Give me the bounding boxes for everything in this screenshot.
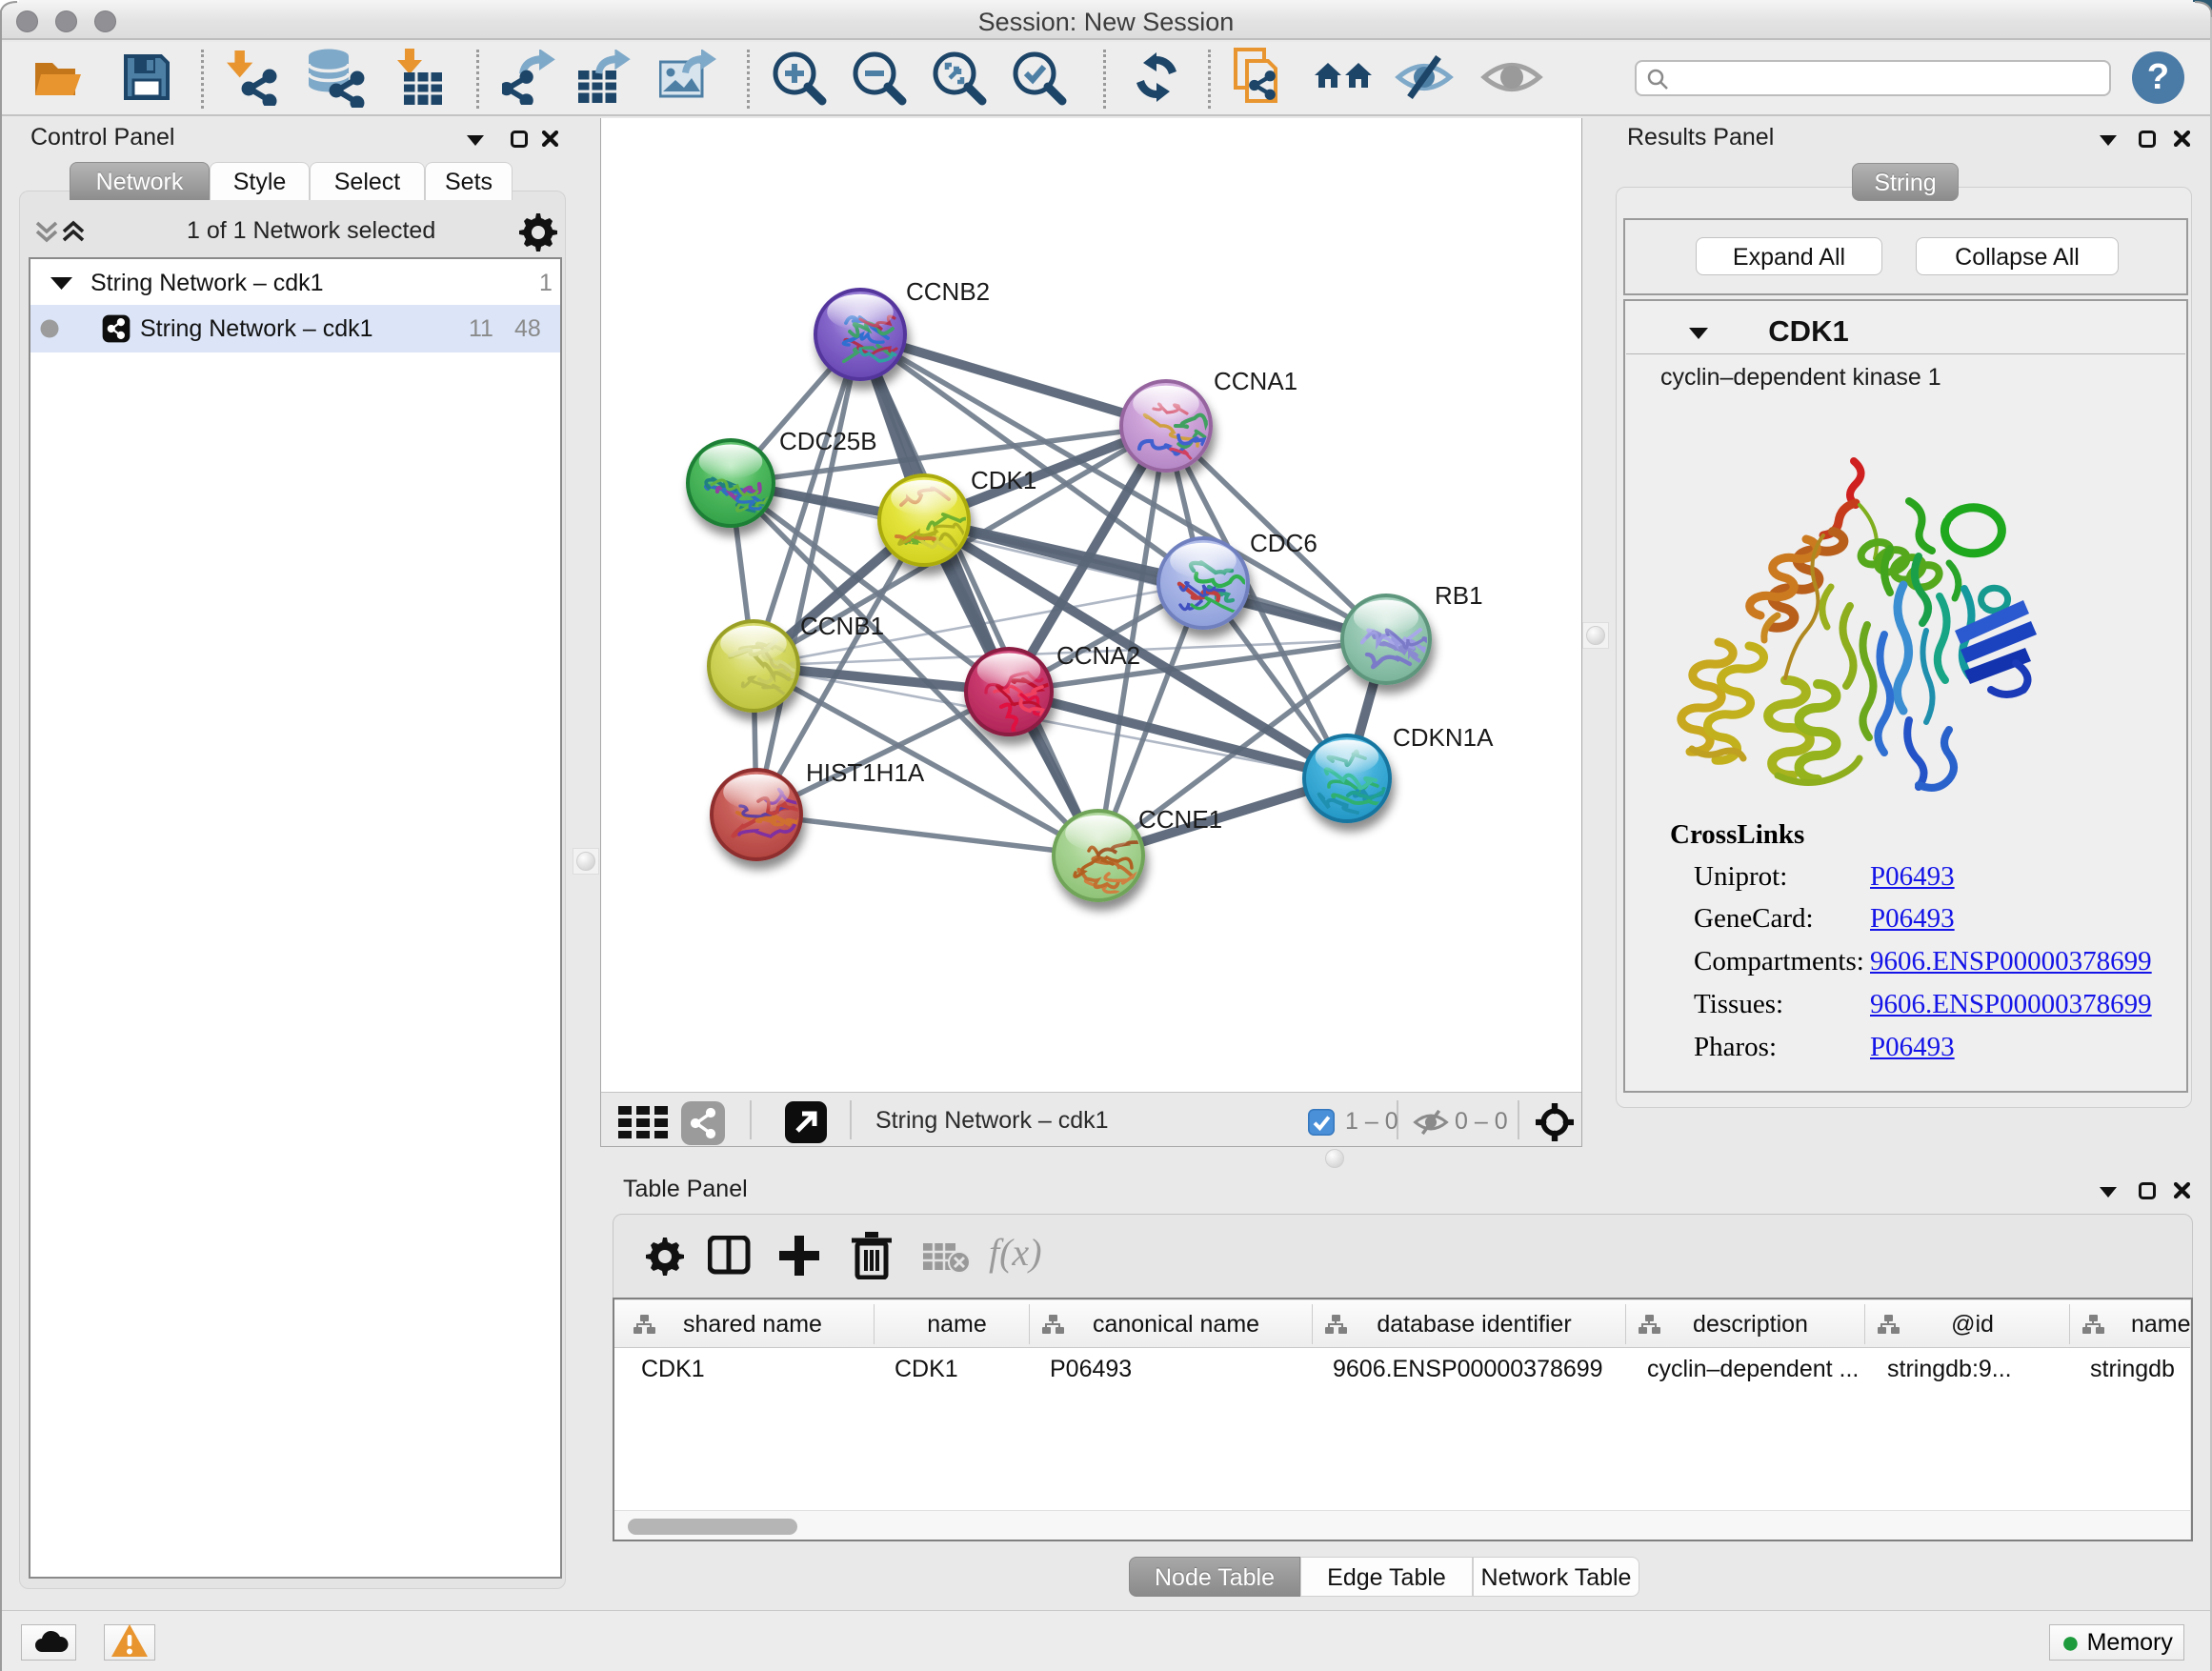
svg-text:CDKN1A: CDKN1A [1393,723,1494,752]
svg-text:CCNE1: CCNE1 [1138,805,1222,834]
svg-text:RB1: RB1 [1435,581,1483,610]
svg-text:CDC6: CDC6 [1250,529,1317,557]
svg-text:HIST1H1A: HIST1H1A [806,758,925,787]
svg-text:CCNB1: CCNB1 [800,612,884,640]
svg-text:CCNB2: CCNB2 [906,277,990,306]
svg-text:CCNA1: CCNA1 [1214,367,1297,395]
svg-text:CCNA2: CCNA2 [1056,641,1140,670]
svg-text:CDC25B: CDC25B [779,427,877,455]
svg-text:CDK1: CDK1 [971,466,1036,494]
